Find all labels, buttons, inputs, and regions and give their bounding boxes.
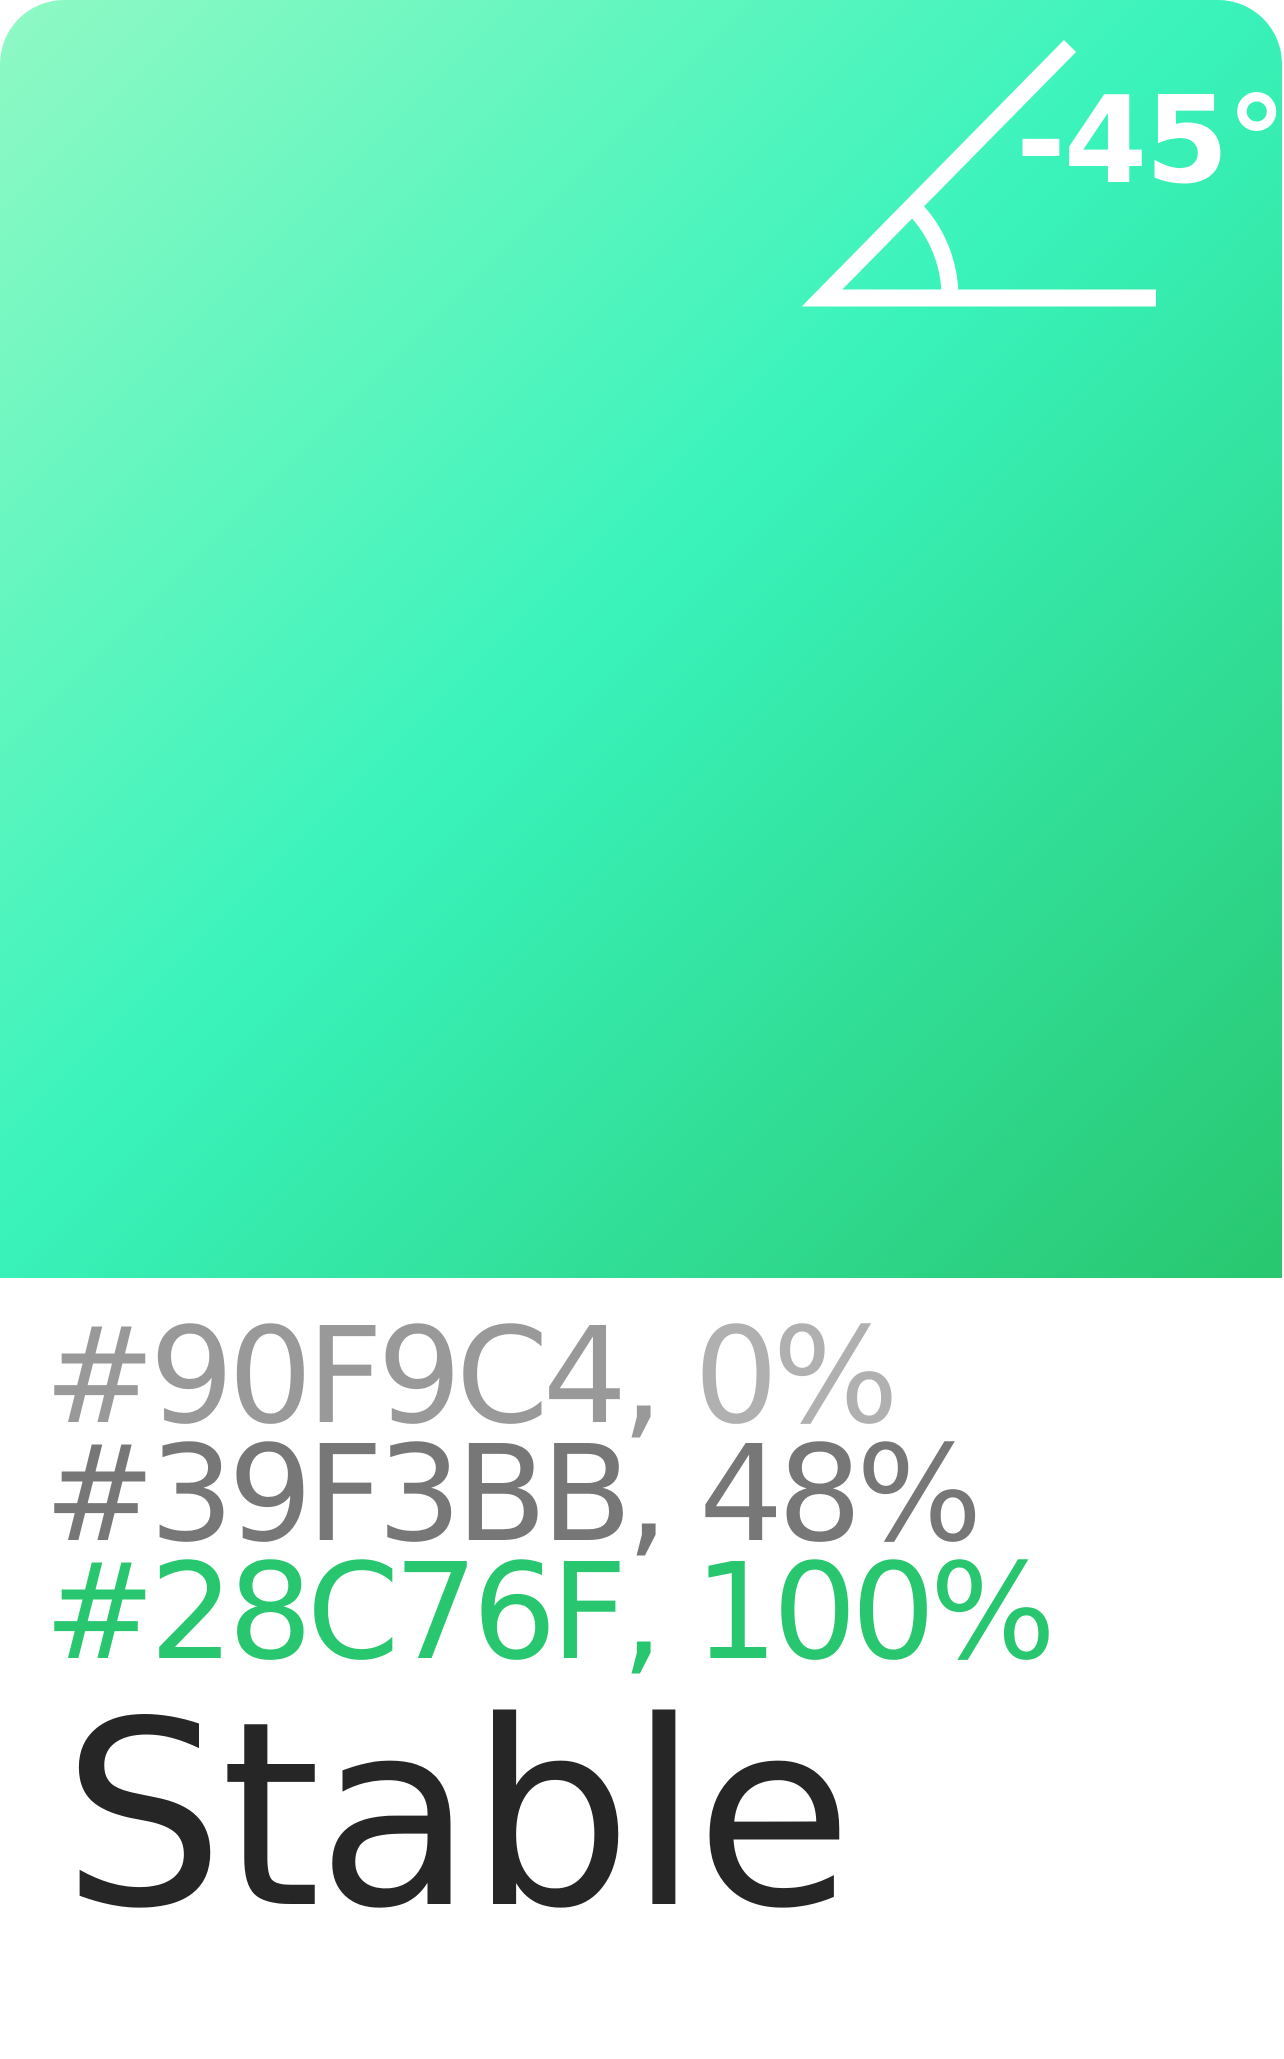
gradient-swatch: -45° [0,0,1282,1278]
gradient-name: Stable [62,1667,853,1965]
angle-label: -45° [1016,72,1282,211]
color-stops: #90F9C4, 0% #39F3BB, 48% #28C76F, 100% [44,1311,1056,1680]
color-stop-3: #28C76F, 100% [44,1547,1056,1680]
